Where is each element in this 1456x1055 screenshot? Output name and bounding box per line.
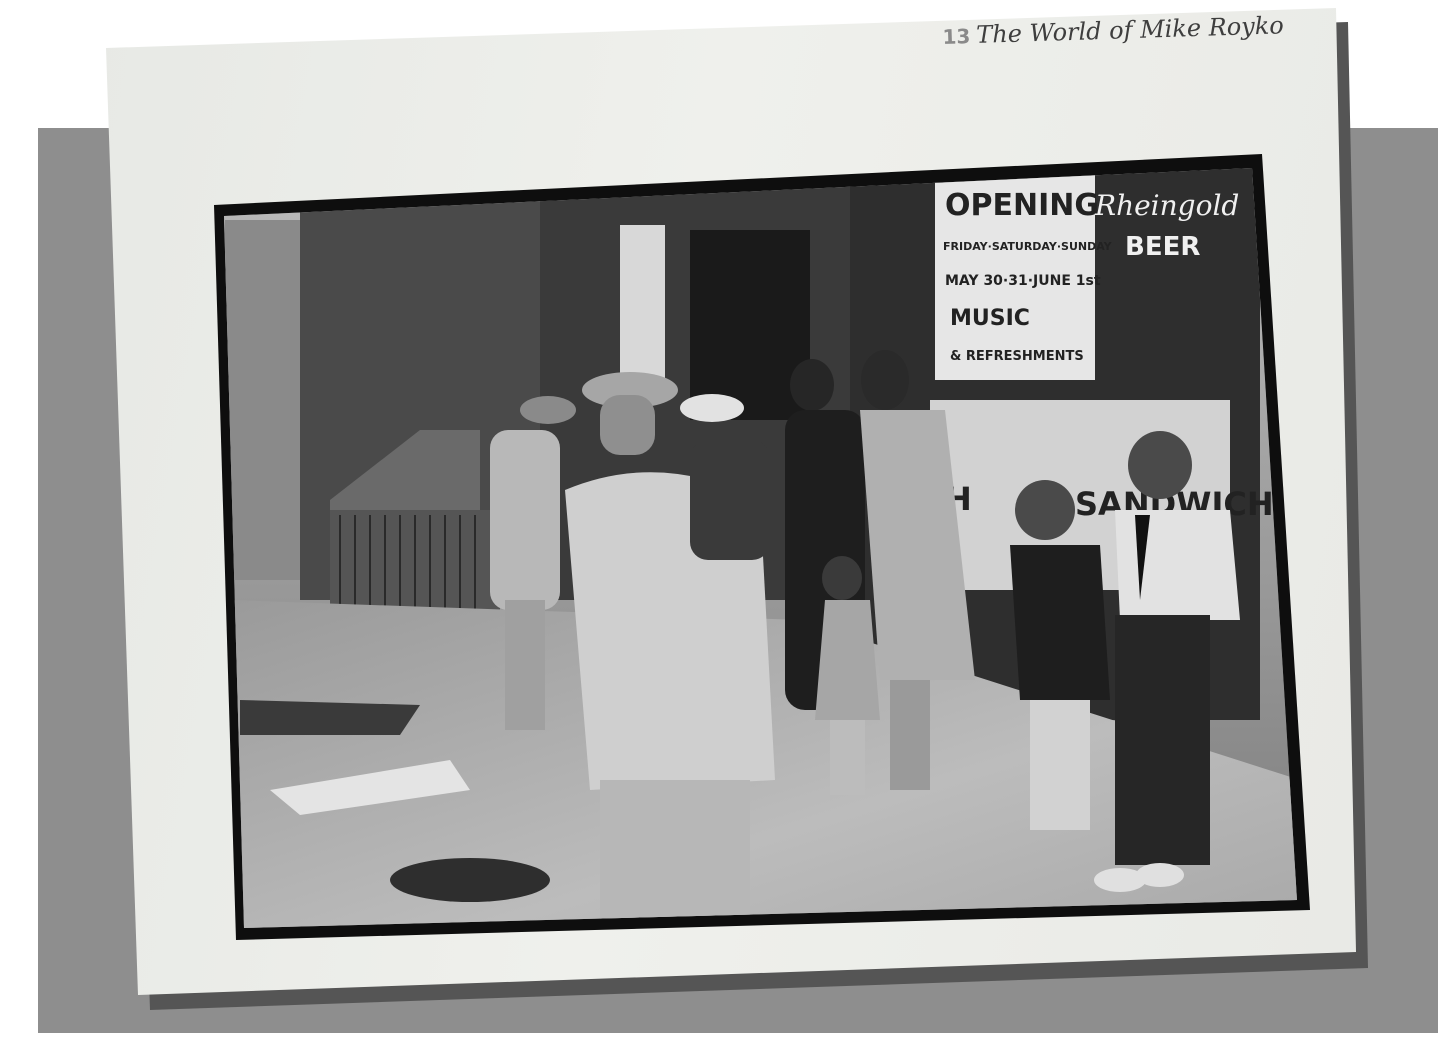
door-poster — [620, 225, 665, 395]
chapter-number: 13 — [942, 24, 971, 49]
opening-days: FRIDAY·SATURDAY·SUNDAY — [943, 240, 1113, 253]
shadow-foreground — [390, 858, 550, 902]
neon-beer: BEER — [1125, 232, 1200, 262]
book-page: 13 The World of Mike Royko OPENING FRIDA… — [0, 0, 1456, 1055]
opening-title: OPENING — [945, 188, 1099, 223]
neon-rheingold: Rheingold — [1094, 189, 1239, 222]
opening-dates: MAY 30·31·JUNE 1st — [945, 273, 1101, 289]
opening-music: MUSIC — [950, 306, 1030, 331]
opening-refreshments: & REFRESHMENTS — [950, 349, 1084, 364]
shadow-on-walk — [240, 700, 420, 735]
